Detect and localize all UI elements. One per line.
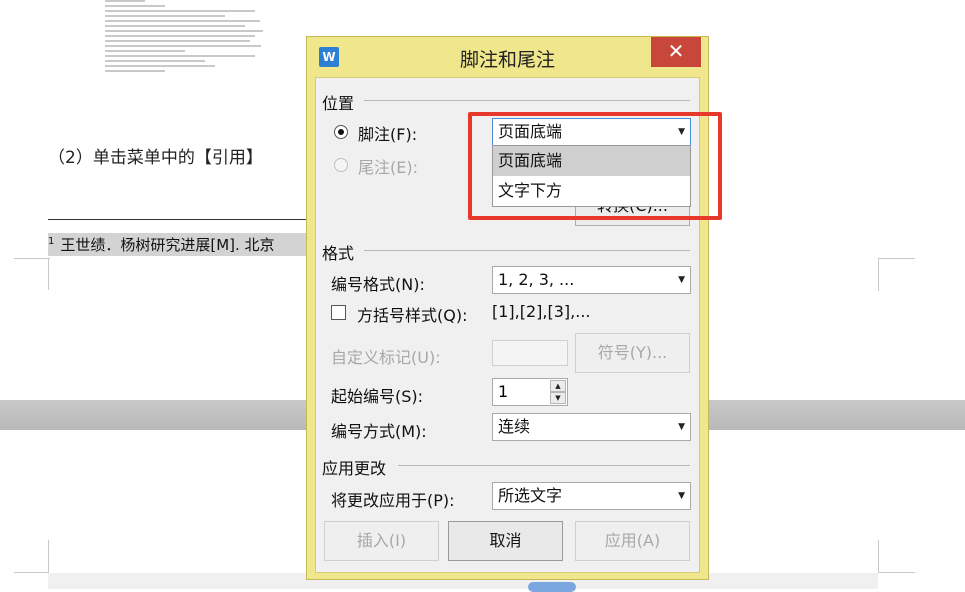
page-corner-mark: [48, 258, 50, 290]
footnote-radio[interactable]: [334, 125, 348, 139]
cancel-button[interactable]: 取消: [448, 521, 563, 561]
format-group-title: 格式: [322, 244, 355, 263]
number-format-select[interactable]: 1, 2, 3, ... ▼: [492, 266, 691, 294]
bracket-style-checkbox[interactable]: [331, 305, 346, 320]
group-divider: [398, 465, 690, 466]
number-format-value: 1, 2, 3, ...: [498, 270, 575, 289]
numbering-select[interactable]: 连续 ▼: [492, 413, 691, 441]
footnote-separator-line: [48, 219, 306, 220]
numbering-label: 编号方式(M):: [331, 422, 427, 441]
start-at-value: 1: [498, 382, 509, 401]
start-at-label: 起始编号(S):: [331, 387, 424, 406]
page-corner-mark: [14, 258, 50, 295]
close-button[interactable]: ✕: [651, 37, 701, 67]
group-divider: [364, 100, 690, 101]
chevron-down-icon: ▼: [678, 422, 685, 432]
dialog-titlebar[interactable]: W 脚注和尾注 ✕: [307, 37, 708, 77]
numbering-value: 连续: [498, 417, 531, 436]
number-format-label: 编号格式(N):: [331, 275, 425, 294]
position-group-title: 位置: [322, 94, 355, 113]
step-instruction-text: （2）单击菜单中的【引用】: [48, 148, 263, 168]
page-corner-mark: [878, 258, 915, 291]
spin-up-icon[interactable]: ▲: [550, 380, 566, 392]
apply-to-value: 所选文字: [498, 486, 563, 505]
endnote-label: 尾注(E):: [358, 158, 418, 177]
footnote-text: 王世绩．杨树研究进展[M]. 北京: [60, 236, 275, 254]
footnote-number: 1: [48, 236, 55, 247]
custom-mark-input[interactable]: [492, 340, 568, 366]
apply-to-select[interactable]: 所选文字 ▼: [492, 482, 691, 510]
document-thumbnail: [105, 0, 265, 92]
group-divider: [364, 250, 690, 251]
apply-group-title: 应用更改: [322, 459, 387, 478]
page-corner-mark: [878, 540, 915, 573]
chevron-down-icon: ▼: [678, 491, 685, 501]
bracket-style-label: 方括号样式(Q):: [357, 306, 468, 325]
bracket-style-sample: [1],[2],[3],...: [492, 302, 591, 321]
highlight-annotation-box: [468, 112, 722, 220]
chevron-down-icon: ▼: [678, 275, 685, 285]
status-indicator: [528, 582, 576, 592]
insert-button[interactable]: 插入(I): [324, 521, 439, 561]
endnote-radio[interactable]: [334, 158, 348, 172]
spin-down-icon[interactable]: ▼: [550, 392, 566, 404]
custom-mark-label: 自定义标记(U):: [331, 348, 441, 367]
apply-to-label: 将更改应用于(P):: [331, 491, 455, 510]
apply-button[interactable]: 应用(A): [575, 521, 690, 561]
close-icon: ✕: [667, 39, 685, 63]
dialog-title: 脚注和尾注: [459, 49, 555, 71]
start-at-stepper[interactable]: 1 ▲ ▼: [492, 378, 568, 406]
footnote-line[interactable]: 1 王世绩．杨树研究进展[M]. 北京: [48, 234, 275, 255]
page-corner-mark: [14, 540, 49, 573]
symbol-button[interactable]: 符号(Y)...: [575, 333, 690, 373]
footnote-label: 脚注(F):: [358, 125, 418, 144]
